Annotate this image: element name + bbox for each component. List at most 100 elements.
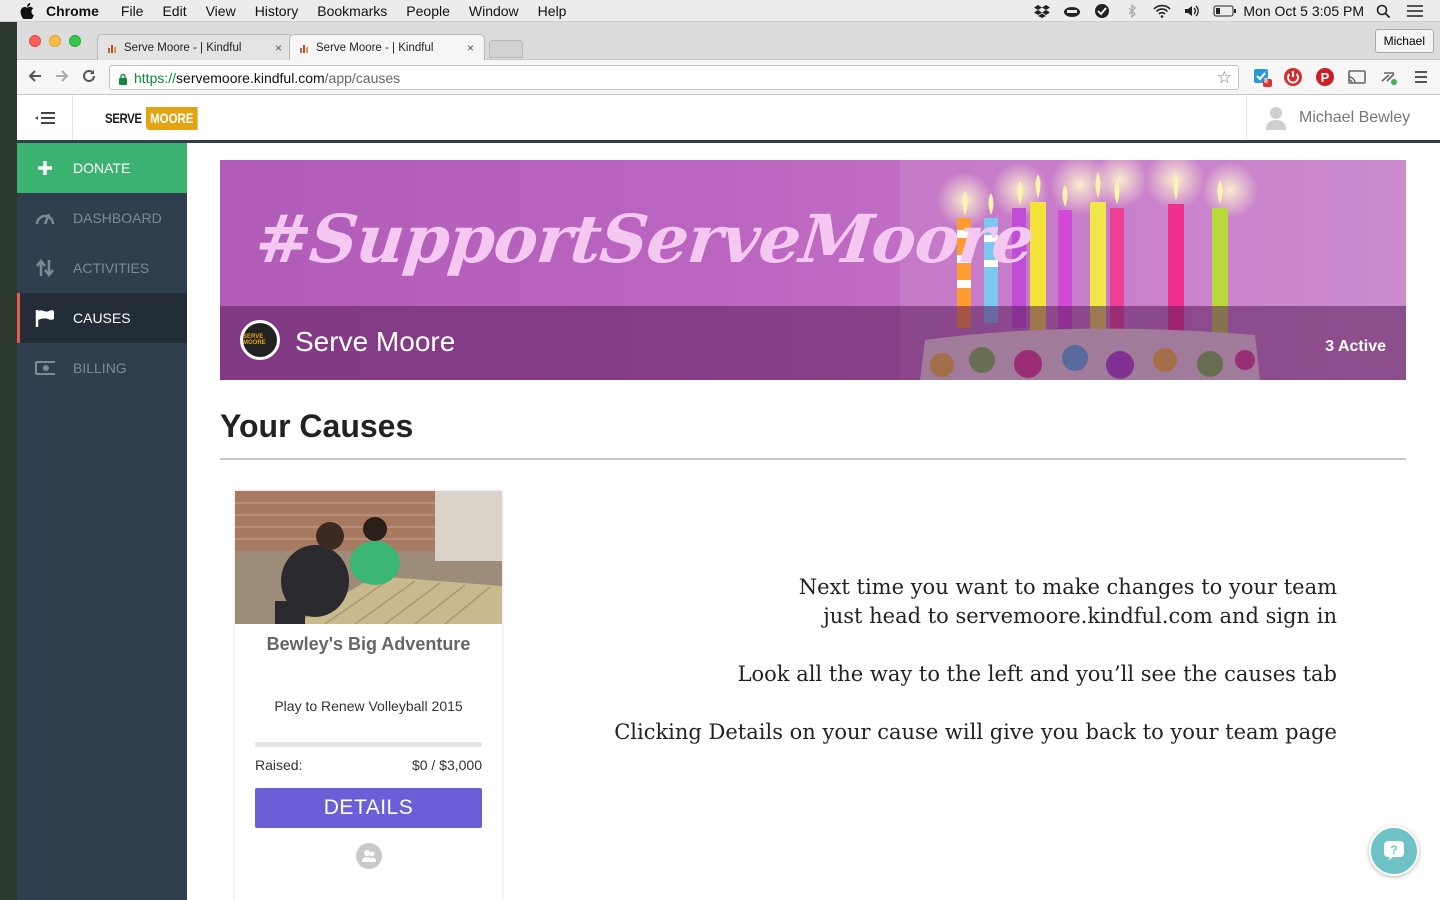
secure-lock-icon: [118, 72, 128, 85]
organization-logo: SERVE MOORE: [240, 320, 280, 360]
svg-text:P: P: [1321, 70, 1330, 85]
tab-close-icon[interactable]: ×: [275, 41, 282, 55]
app-header: SERVE MOORE Michael Bewley: [17, 95, 1440, 143]
sidebar-item-label: ACTIVITIES: [73, 260, 150, 276]
bookmark-star-icon[interactable]: ☆: [1217, 68, 1232, 88]
menu-edit[interactable]: Edit: [162, 3, 186, 19]
cloud-icon[interactable]: [1063, 4, 1081, 18]
tab-close-icon[interactable]: ×: [467, 41, 474, 55]
notification-center-icon[interactable]: [1406, 4, 1424, 18]
power-extension-icon[interactable]: [1283, 67, 1303, 87]
active-causes-count: 3 Active: [1325, 338, 1386, 355]
browser-tab[interactable]: Serve Moore - | Kindful ×: [97, 34, 293, 60]
chat-question-icon: ?: [1384, 841, 1404, 861]
sidebar-item-causes[interactable]: CAUSES: [17, 293, 187, 343]
menu-bookmarks[interactable]: Bookmarks: [317, 3, 387, 19]
forward-button[interactable]: [54, 68, 70, 89]
battery-icon[interactable]: [1213, 4, 1237, 18]
instruction-line-3: Look all the way to the left and you’ll …: [737, 662, 1337, 686]
menu-view[interactable]: View: [206, 3, 236, 19]
window-controls: [29, 35, 81, 47]
logo-moore-text: MOORE: [145, 106, 198, 130]
instruction-line-4: Clicking Details on your cause will give…: [614, 720, 1337, 744]
status-area: Mon Oct 5 3:05 PM: [1033, 0, 1424, 22]
sidebar-item-label: BILLING: [73, 360, 127, 376]
organization-name: Serve Moore: [295, 326, 456, 357]
address-bar[interactable]: https://servemoore.kindful.com/app/cause…: [109, 65, 1239, 90]
user-avatar-icon: [1265, 106, 1287, 130]
raised-value: $0 / $3,000: [411, 757, 482, 773]
url-scheme: https://: [134, 69, 177, 86]
menu-people[interactable]: People: [406, 3, 450, 19]
new-tab-button[interactable]: [489, 40, 523, 58]
details-button[interactable]: DETAILS: [255, 788, 482, 828]
reload-button[interactable]: [81, 68, 97, 89]
menubar-clock[interactable]: Mon Oct 5 3:05 PM: [1243, 3, 1364, 19]
url-path: /app/causes: [324, 69, 401, 86]
org-logo-text: SERVE MOORE: [243, 323, 277, 357]
sidebar-item-donate[interactable]: DONATE: [17, 143, 187, 193]
spotlight-search-icon[interactable]: [1376, 4, 1394, 19]
raised-label: Raised:: [255, 757, 303, 773]
sidebar: DONATE DASHBOARD ACTIVITIES CAUSES BILLI…: [17, 143, 187, 900]
sidebar-item-label: CAUSES: [73, 310, 131, 326]
back-button[interactable]: [27, 68, 43, 89]
user-menu[interactable]: Michael Bewley: [1246, 95, 1440, 140]
sidebar-item-billing[interactable]: BILLING: [17, 343, 187, 393]
browser-tab-active[interactable]: Serve Moore - | Kindful ×: [289, 34, 485, 61]
gauge-icon: [35, 208, 55, 228]
apple-icon[interactable]: [18, 0, 36, 22]
cause-card: Bewley's Big Adventure Play to Renew Vol…: [235, 491, 502, 900]
money-icon: [35, 358, 55, 378]
sidebar-item-dashboard[interactable]: DASHBOARD: [17, 193, 187, 243]
menu-app-name[interactable]: Chrome: [46, 3, 99, 19]
serve-moore-logo[interactable]: SERVE MOORE: [105, 104, 209, 132]
menu-collapse-icon: [34, 111, 55, 124]
volume-icon[interactable]: [1183, 4, 1201, 18]
menu-window[interactable]: Window: [469, 3, 519, 19]
url-host: servemoore.kindful.com: [176, 69, 325, 86]
shield-check-icon[interactable]: [1093, 4, 1111, 18]
sidebar-item-label: DASHBOARD: [73, 210, 162, 226]
close-window-button[interactable]: [29, 35, 41, 47]
sync-extension-icon[interactable]: [1379, 67, 1399, 87]
instruction-line-2: just head to servemoore.kindful.com and …: [823, 604, 1337, 628]
menu-help[interactable]: Help: [538, 3, 567, 19]
kindful-favicon-icon: [300, 43, 310, 53]
sidebar-item-activities[interactable]: ACTIVITIES: [17, 243, 187, 293]
menu-file[interactable]: File: [121, 3, 144, 19]
plus-icon: [35, 158, 55, 178]
team-member-icon[interactable]: [355, 843, 382, 869]
menu-history[interactable]: History: [255, 3, 299, 19]
extension-badge: 8: [1264, 78, 1268, 85]
profile-button[interactable]: Michael: [1374, 29, 1434, 53]
cause-title: Bewley's Big Adventure: [266, 634, 471, 654]
campaign-name: Play to Renew Volleyball 2015: [274, 698, 463, 714]
zoom-window-button[interactable]: [69, 35, 81, 47]
raised-row: Raised: $0 / $3,000: [255, 757, 482, 773]
instruction-line-1: Next time you want to make changes to yo…: [798, 575, 1337, 599]
checklist-extension-icon[interactable]: 8: [1252, 67, 1272, 87]
fundraising-progress-bar: [255, 742, 482, 747]
flag-icon: [35, 308, 55, 328]
minimize-window-button[interactable]: [49, 35, 61, 47]
main-content: #SupportServeMoore SERVE MOORE Serve Moo…: [187, 143, 1440, 900]
wifi-icon[interactable]: [1153, 4, 1171, 18]
help-chat-button[interactable]: ?: [1369, 826, 1419, 876]
cast-icon[interactable]: [1347, 67, 1367, 87]
dropbox-icon[interactable]: [1033, 4, 1051, 18]
organization-banner: #SupportServeMoore SERVE MOORE Serve Moo…: [220, 160, 1406, 380]
bluetooth-icon[interactable]: [1123, 3, 1141, 19]
banner-hashtag: #SupportServeMoore: [251, 200, 1038, 278]
svg-text:?: ?: [1390, 843, 1397, 857]
chrome-menu-icon[interactable]: [1411, 67, 1431, 87]
tab-title: Serve Moore - | Kindful: [124, 41, 242, 54]
macos-menubar: Chrome File Edit View History Bookmarks …: [0, 0, 1440, 22]
sidebar-item-label: DONATE: [73, 160, 131, 176]
cause-photo: [235, 491, 502, 624]
browser-toolbar: https://servemoore.kindful.com/app/cause…: [17, 60, 1440, 95]
browser-window: Serve Moore - | Kindful × Serve Moore - …: [17, 22, 1440, 900]
sidebar-toggle-button[interactable]: [17, 95, 73, 140]
tab-strip: Serve Moore - | Kindful × Serve Moore - …: [17, 22, 1440, 61]
pinterest-icon[interactable]: P: [1315, 67, 1335, 87]
